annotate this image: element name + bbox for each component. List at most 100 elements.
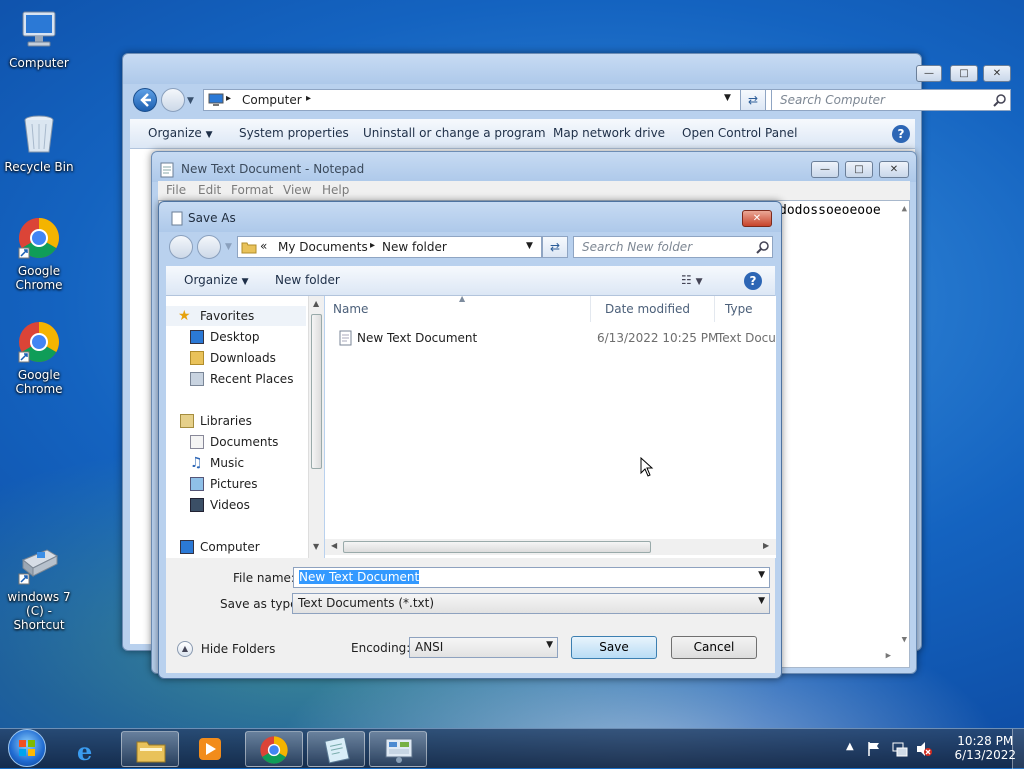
uninstall-program-button[interactable]: Uninstall or change a program	[363, 126, 546, 140]
nav-downloads[interactable]: Downloads	[166, 348, 306, 368]
cancel-button[interactable]: Cancel	[671, 636, 757, 659]
clock[interactable]: 10:28 PM 6/13/2022	[954, 734, 1016, 762]
chevron-up-icon: ▲	[177, 641, 193, 657]
scroll-down-arrow[interactable]: ▼	[902, 635, 907, 645]
desktop-icon-recycle-bin[interactable]: Recycle Bin	[1, 112, 77, 174]
nav-label: Favorites	[200, 309, 255, 323]
search-input[interactable]: Search New folder	[573, 236, 773, 258]
breadcrumb-new-folder[interactable]: New folder	[382, 240, 447, 254]
chevron-down-icon[interactable]: ▼	[758, 570, 765, 580]
desktop-icon-drive-shortcut[interactable]: windows 7 (C) - Shortcut	[1, 542, 77, 632]
forward-button[interactable]	[161, 88, 185, 112]
system-properties-button[interactable]: System properties	[239, 126, 349, 140]
encoding-select[interactable]: ANSI ▼	[409, 637, 558, 658]
column-header-date-modified[interactable]: Date modified	[597, 296, 715, 322]
scroll-thumb[interactable]	[311, 314, 322, 469]
address-text[interactable]: Computer	[242, 93, 302, 107]
back-arrow-icon	[140, 93, 151, 107]
nav-videos[interactable]: Videos	[166, 495, 306, 515]
file-row[interactable]: New Text Document 6/13/2022 10:25 PM Tex…	[325, 328, 776, 348]
breadcrumb-my-documents[interactable]: My Documents	[278, 240, 368, 254]
view-options-icon[interactable]: ☷ ▼	[681, 273, 703, 287]
save-button[interactable]: Save	[571, 636, 657, 659]
chevron-down-icon[interactable]: ▼	[758, 596, 765, 606]
search-input[interactable]: Search Computer	[771, 89, 1011, 111]
minimize-button[interactable]: —	[811, 161, 839, 178]
nav-computer[interactable]: Computer	[166, 537, 306, 557]
minimize-button[interactable]: —	[916, 65, 942, 82]
taskbar-chrome[interactable]	[245, 731, 303, 767]
help-icon[interactable]: ?	[892, 125, 910, 143]
nav-documents[interactable]: Documents	[166, 432, 306, 452]
close-button[interactable]: ✕	[742, 210, 772, 227]
open-control-panel-button[interactable]: Open Control Panel	[682, 126, 797, 140]
desktop-icon-computer[interactable]: Computer	[1, 8, 77, 70]
close-button[interactable]: ✕	[879, 161, 909, 178]
scroll-right-arrow[interactable]: ▶	[763, 541, 769, 550]
show-hidden-icons-button[interactable]: ▲	[846, 741, 854, 752]
save-type-select[interactable]: Text Documents (*.txt) ▼	[292, 593, 770, 614]
taskbar-media-player[interactable]	[182, 731, 240, 767]
back-button[interactable]	[133, 88, 157, 112]
file-name-label: File name:	[233, 571, 295, 585]
taskbar-notepad[interactable]	[307, 731, 365, 767]
horizontal-scrollbar[interactable]: ◀ ▶	[325, 539, 776, 555]
organize-menu[interactable]: Organize ▼	[148, 126, 213, 140]
refresh-button[interactable]: ⇄	[542, 236, 568, 258]
scroll-right-arrow[interactable]: ▶	[886, 651, 891, 661]
file-name-input[interactable]: New Text Document ▼	[293, 567, 770, 588]
forward-button[interactable]	[197, 235, 221, 259]
scroll-thumb[interactable]	[343, 541, 651, 553]
help-icon[interactable]: ?	[744, 272, 762, 290]
taskbar-internet-explorer[interactable]: e	[60, 731, 118, 767]
chevron-down-icon: ▼	[205, 130, 213, 140]
maximize-button[interactable]: □	[845, 161, 873, 178]
scroll-up-arrow[interactable]: ▲	[313, 299, 319, 308]
address-dropdown[interactable]: ▼	[724, 93, 731, 103]
scroll-left-arrow[interactable]: ◀	[331, 541, 337, 550]
new-folder-button[interactable]: New folder	[275, 273, 340, 287]
menu-format[interactable]: Format	[231, 183, 273, 197]
nav-music[interactable]: ♫ Music	[166, 453, 306, 473]
menu-edit[interactable]: Edit	[198, 183, 221, 197]
desktop-icon-chrome[interactable]: Google Chrome	[1, 216, 77, 292]
hide-folders-button[interactable]: ▲ Hide Folders	[177, 641, 275, 657]
taskbar-control-panel[interactable]	[369, 731, 427, 767]
nav-favorites[interactable]: ★ Favorites	[166, 306, 306, 326]
network-icon[interactable]	[891, 740, 909, 758]
taskbar-windows-explorer[interactable]	[121, 731, 179, 767]
organize-label: Organize	[148, 126, 202, 140]
back-button[interactable]	[169, 235, 193, 259]
chevron-down-icon[interactable]: ▼	[546, 640, 553, 650]
scroll-up-arrow[interactable]: ▲	[902, 204, 907, 214]
show-desktop-button[interactable]	[1012, 729, 1024, 769]
column-header-name[interactable]: Name	[325, 296, 591, 322]
start-orb-icon[interactable]	[8, 729, 46, 767]
action-center-flag-icon[interactable]	[866, 741, 882, 757]
recent-pages-dropdown[interactable]: ▼	[187, 96, 194, 106]
address-dropdown[interactable]: ▼	[526, 241, 533, 251]
desktop-icon-chrome[interactable]: Google Chrome	[1, 320, 77, 396]
overflow-chevrons[interactable]: «	[260, 239, 267, 253]
nav-libraries[interactable]: Libraries	[166, 411, 306, 431]
pictures-icon	[190, 477, 204, 491]
menu-view[interactable]: View	[283, 183, 311, 197]
menu-help[interactable]: Help	[322, 183, 349, 197]
close-button[interactable]: ✕	[983, 65, 1011, 82]
recent-pages-dropdown[interactable]: ▼	[225, 242, 232, 252]
nav-pictures[interactable]: Pictures	[166, 474, 306, 494]
file-name: New Text Document	[357, 331, 478, 345]
dialog-title: Save As	[188, 211, 236, 225]
scroll-down-arrow[interactable]: ▼	[313, 542, 319, 551]
maximize-button[interactable]: □	[950, 65, 978, 82]
menu-file[interactable]: File	[166, 183, 186, 197]
organize-menu[interactable]: Organize ▼	[184, 273, 249, 287]
nav-recent-places[interactable]: Recent Places	[166, 369, 306, 389]
column-header-type[interactable]: Type	[717, 296, 777, 322]
map-network-drive-button[interactable]: Map network drive	[553, 126, 665, 140]
nav-scrollbar[interactable]: ▲ ▼	[308, 296, 324, 558]
refresh-button[interactable]: ⇄	[740, 89, 766, 111]
volume-muted-icon[interactable]	[915, 740, 933, 758]
nav-desktop[interactable]: Desktop	[166, 327, 306, 347]
dialog-address-bar[interactable]: « My Documents ▸ New folder ▼	[237, 236, 542, 258]
